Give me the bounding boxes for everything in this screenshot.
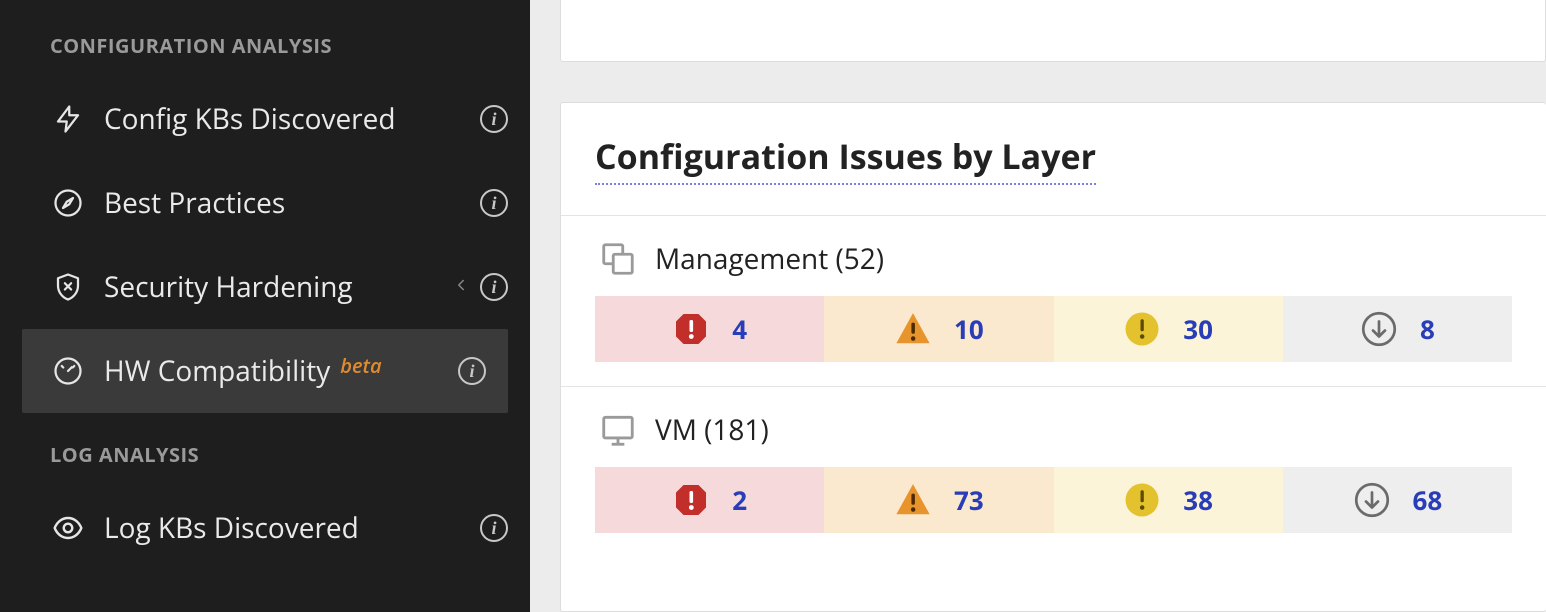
sidebar-item-label: Config KBs Discovered — [104, 100, 395, 138]
layer-name: Management (52) — [655, 240, 884, 278]
info-icon[interactable]: i — [480, 514, 508, 542]
severity-count: 73 — [954, 482, 984, 518]
chevron-left-icon — [452, 276, 470, 299]
sidebar-item-log-kbs[interactable]: Log KBs Discovered i — [0, 486, 530, 570]
layer-row-management[interactable]: Management (52) 4 — [561, 215, 1546, 386]
severity-warning[interactable]: 73 — [824, 467, 1053, 533]
gauge-icon — [50, 353, 86, 389]
compass-icon — [50, 185, 86, 221]
severity-info[interactable]: 8 — [1283, 296, 1512, 362]
severity-count: 4 — [732, 311, 747, 347]
severity-bar: 2 73 — [595, 467, 1512, 533]
severity-count: 10 — [954, 311, 984, 347]
severity-moderate[interactable]: 30 — [1054, 296, 1283, 362]
sidebar-item-label: HW Compatibility — [104, 352, 330, 390]
severity-bar: 4 10 — [595, 296, 1512, 362]
sidebar-item-security-hardening[interactable]: Security Hardening i — [0, 245, 530, 329]
moderate-icon — [1123, 481, 1161, 519]
moderate-icon — [1123, 310, 1161, 348]
severity-count: 30 — [1183, 311, 1213, 347]
severity-warning[interactable]: 10 — [824, 296, 1053, 362]
sidebar-item-label: Best Practices — [104, 184, 285, 222]
sidebar-item-config-kbs[interactable]: Config KBs Discovered i — [0, 77, 530, 161]
sidebar-section-config-analysis: CONFIGURATION ANALYSIS — [0, 20, 530, 77]
warning-icon — [894, 481, 932, 519]
panel-title: Configuration Issues by Layer — [595, 133, 1096, 185]
severity-count: 2 — [732, 482, 747, 518]
info-down-icon — [1353, 481, 1391, 519]
info-icon[interactable]: i — [480, 105, 508, 133]
sidebar-item-best-practices[interactable]: Best Practices i — [0, 161, 530, 245]
info-down-icon — [1360, 310, 1398, 348]
beta-badge: beta — [340, 352, 381, 379]
shield-x-icon — [50, 269, 86, 305]
info-icon[interactable]: i — [480, 189, 508, 217]
severity-moderate[interactable]: 38 — [1054, 467, 1283, 533]
layer-name: VM (181) — [655, 411, 769, 449]
top-card-placeholder — [560, 0, 1546, 62]
layer-header: Management (52) — [595, 238, 1512, 280]
lightning-icon — [50, 101, 86, 137]
issues-panel: Configuration Issues by Layer Management… — [560, 102, 1546, 612]
sidebar-item-label: Log KBs Discovered — [104, 509, 359, 547]
critical-icon — [672, 481, 710, 519]
critical-icon — [672, 310, 710, 348]
sidebar: CONFIGURATION ANALYSIS Config KBs Discov… — [0, 0, 530, 612]
main-content: Configuration Issues by Layer Management… — [530, 0, 1546, 612]
severity-info[interactable]: 68 — [1283, 467, 1512, 533]
sidebar-item-hw-compatibility[interactable]: HW Compatibility beta i — [22, 329, 508, 413]
severity-critical[interactable]: 2 — [595, 467, 824, 533]
eye-icon — [50, 510, 86, 546]
severity-count: 38 — [1183, 482, 1213, 518]
sidebar-section-log-analysis: LOG ANALYSIS — [0, 413, 530, 486]
info-icon[interactable]: i — [458, 357, 486, 385]
layer-row-vm[interactable]: VM (181) 2 — [561, 386, 1546, 557]
layer-header: VM (181) — [595, 409, 1512, 451]
sidebar-item-label: Security Hardening — [104, 268, 353, 306]
vm-icon — [595, 409, 641, 451]
severity-critical[interactable]: 4 — [595, 296, 824, 362]
severity-count: 8 — [1420, 311, 1435, 347]
management-icon — [595, 238, 641, 280]
warning-icon — [894, 310, 932, 348]
info-icon[interactable]: i — [480, 273, 508, 301]
severity-count: 68 — [1413, 482, 1443, 518]
